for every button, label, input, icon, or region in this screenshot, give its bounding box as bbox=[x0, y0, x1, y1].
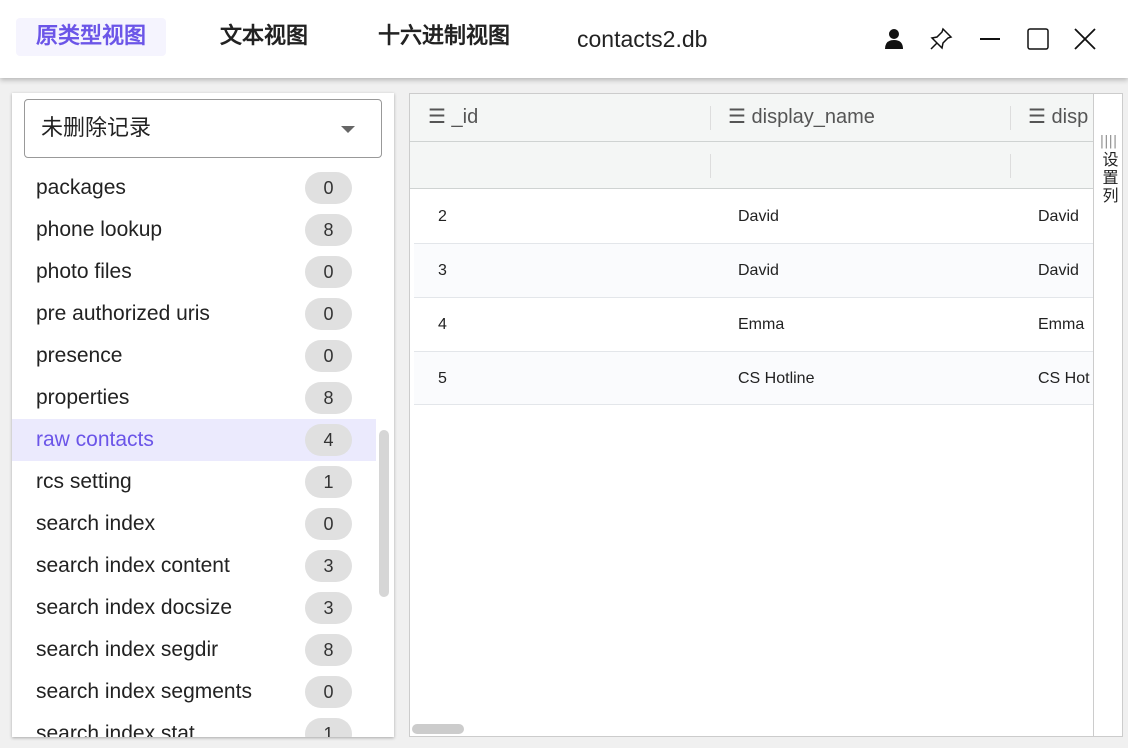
table-cell: 4 bbox=[438, 316, 447, 333]
minimize-icon[interactable] bbox=[977, 26, 1003, 52]
record-count-badge: 8 bbox=[305, 634, 352, 666]
table-cell: CS Hot bbox=[1038, 370, 1090, 387]
record-count-badge: 8 bbox=[305, 214, 352, 246]
table-cell: David bbox=[1038, 208, 1079, 225]
table-row[interactable]: 4 Emma Emma bbox=[414, 298, 1094, 352]
table-list-item[interactable]: search index segdir 8 bbox=[12, 629, 376, 671]
table-list-item[interactable]: packages 0 bbox=[12, 167, 376, 209]
table-list-panel: 未删除记录 packages 0 phone lookup 8 photo files 0… bbox=[12, 93, 394, 737]
table-name: photo files bbox=[36, 260, 132, 283]
record-count-badge: 4 bbox=[305, 424, 352, 456]
table-cell: David bbox=[738, 262, 779, 279]
table-list-item[interactable]: search index segments 0 bbox=[12, 671, 376, 713]
record-count-badge: 0 bbox=[305, 676, 352, 708]
table-list-item[interactable]: search index 0 bbox=[12, 503, 376, 545]
table-name: presence bbox=[36, 344, 123, 367]
record-count-badge: 1 bbox=[305, 718, 352, 737]
dropdown-value: 未删除记录 bbox=[41, 116, 152, 141]
record-count-badge: 0 bbox=[305, 340, 352, 372]
table-row[interactable]: 5 CS Hotline CS Hot bbox=[414, 352, 1094, 405]
close-icon[interactable] bbox=[1072, 26, 1098, 52]
table-name: properties bbox=[36, 386, 130, 409]
file-name: contacts2.db bbox=[577, 26, 708, 52]
pin-icon[interactable] bbox=[928, 26, 954, 52]
table-list-item[interactable]: search index docsize 3 bbox=[12, 587, 376, 629]
horizontal-scrollbar[interactable] bbox=[412, 724, 464, 734]
table-row[interactable]: 3 David David bbox=[414, 244, 1094, 298]
record-count-badge: 0 bbox=[305, 508, 352, 540]
user-icon[interactable] bbox=[881, 26, 907, 52]
table-name: rcs setting bbox=[36, 470, 132, 493]
table-name: search index segdir bbox=[36, 638, 219, 661]
record-count-badge: 0 bbox=[305, 298, 352, 330]
record-count-badge: 3 bbox=[305, 550, 352, 582]
title-bar: 原类型视图 文本视图 十六进制视图 contacts2.db bbox=[0, 0, 1128, 78]
column-settings-button[interactable]: |||| 设置列 bbox=[1093, 94, 1122, 736]
column-header-display-name[interactable]: ☰ display_name bbox=[728, 94, 1008, 141]
table-list-item[interactable]: search index stat 1 bbox=[12, 713, 376, 737]
record-filter-dropdown[interactable]: 未删除记录 bbox=[24, 99, 382, 158]
table-list-item[interactable]: rcs setting 1 bbox=[12, 461, 376, 503]
table-cell: David bbox=[1038, 262, 1079, 279]
record-count-badge: 1 bbox=[305, 466, 352, 498]
table-name: search index segments bbox=[36, 680, 252, 703]
record-count-badge: 0 bbox=[305, 256, 352, 288]
table-cell: 2 bbox=[438, 208, 447, 225]
table-name: search index stat bbox=[36, 722, 195, 737]
tab-text-view[interactable]: 文本视图 bbox=[200, 18, 328, 56]
table-cell: David bbox=[738, 208, 779, 225]
table-list-item[interactable]: phone lookup 8 bbox=[12, 209, 376, 251]
header-row: ☰ _id ☰ display_name ☰ disp bbox=[410, 94, 1094, 142]
table-name: search index content bbox=[36, 554, 230, 577]
table-name: pre authorized uris bbox=[36, 302, 210, 325]
tab-hex-view[interactable]: 十六进制视图 bbox=[358, 18, 530, 56]
table-list-item[interactable]: presence 0 bbox=[12, 335, 376, 377]
data-grid: ☰ _id ☰ display_name ☰ disp 2 David David 3… bbox=[409, 93, 1123, 737]
table-name: packages bbox=[36, 176, 126, 199]
table-cell: 5 bbox=[438, 370, 447, 387]
table-list-item[interactable]: search index content 3 bbox=[12, 545, 376, 587]
record-count-badge: 8 bbox=[305, 382, 352, 414]
column-bars-icon: |||| bbox=[1099, 134, 1118, 149]
maximize-icon[interactable] bbox=[1025, 26, 1051, 52]
table-list-item[interactable]: raw contacts 4 bbox=[12, 419, 376, 461]
table-row[interactable]: 2 David David bbox=[414, 189, 1094, 244]
table-cell: Emma bbox=[738, 316, 785, 333]
record-count-badge: 3 bbox=[305, 592, 352, 624]
filter-row[interactable] bbox=[410, 142, 1094, 189]
tab-raw-view[interactable]: 原类型视图 bbox=[16, 18, 167, 56]
table-list-item[interactable]: photo files 0 bbox=[12, 251, 376, 293]
table-list-item[interactable]: pre authorized uris 0 bbox=[12, 293, 376, 335]
settings-label: 设置列 bbox=[1099, 151, 1119, 205]
table-name: search index docsize bbox=[36, 596, 233, 619]
table-name: raw contacts bbox=[36, 428, 154, 451]
table-name: search index bbox=[36, 512, 156, 535]
table-cell: CS Hotline bbox=[738, 370, 815, 387]
scrollbar[interactable] bbox=[379, 430, 389, 597]
table-list-item[interactable]: properties 8 bbox=[12, 377, 376, 419]
chevron-down-icon bbox=[341, 126, 355, 133]
record-count-badge: 0 bbox=[305, 172, 352, 204]
table-cell: 3 bbox=[438, 262, 447, 279]
column-header-disp[interactable]: ☰ disp bbox=[1028, 94, 1094, 141]
table-cell: Emma bbox=[1038, 316, 1085, 333]
column-header-id[interactable]: ☰ _id bbox=[428, 94, 708, 141]
table-name: phone lookup bbox=[36, 218, 163, 241]
